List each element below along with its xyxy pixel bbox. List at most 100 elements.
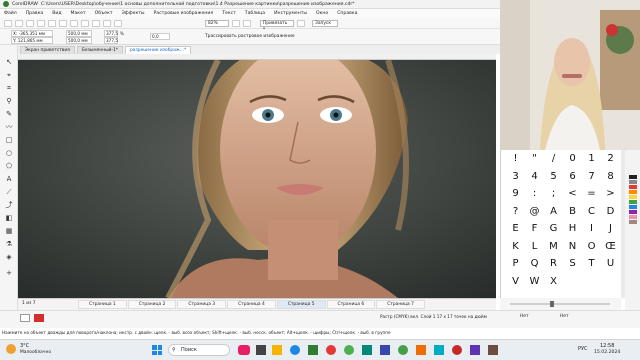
glyph-cell[interactable]: X bbox=[544, 273, 563, 291]
rotation-angle-field[interactable]: 0,0 bbox=[150, 33, 170, 40]
default-outline-swatch[interactable] bbox=[34, 314, 44, 322]
glyph-cell[interactable]: L bbox=[525, 238, 544, 256]
clock-time[interactable]: 12:58 bbox=[600, 343, 614, 349]
app-icon-teal[interactable] bbox=[362, 345, 372, 355]
y-position-field[interactable]: Y: 121,865 мм bbox=[11, 37, 53, 44]
menu-edit[interactable]: Правка bbox=[26, 11, 43, 16]
width-field[interactable]: 500,0 мм bbox=[66, 30, 92, 37]
glyph-cell[interactable]: J bbox=[601, 220, 620, 238]
text-tool-icon[interactable]: A bbox=[4, 175, 14, 183]
crop-tool-icon[interactable]: ⌗ bbox=[4, 84, 14, 92]
glyph-cell[interactable]: ? bbox=[506, 203, 525, 221]
options-icon[interactable] bbox=[297, 19, 305, 27]
app-icon-orange[interactable] bbox=[416, 345, 426, 355]
color-palette[interactable] bbox=[625, 150, 640, 310]
ellipse-tool-icon[interactable]: ○ bbox=[4, 149, 14, 157]
interactive-fill-icon[interactable]: ◈ bbox=[4, 253, 14, 261]
menu-tools[interactable]: Инструменты bbox=[274, 11, 307, 16]
undo-icon[interactable] bbox=[70, 19, 78, 27]
height-field[interactable]: 500,0 мм bbox=[66, 37, 92, 44]
page-tab-7[interactable]: Страница 7 bbox=[376, 300, 425, 309]
glyph-cell[interactable]: 4 bbox=[525, 168, 544, 186]
scale-x-field[interactable]: 377,5 bbox=[104, 30, 118, 37]
add-tool-icon[interactable]: + bbox=[4, 269, 14, 277]
redo-icon[interactable] bbox=[81, 19, 89, 27]
page-tab-1[interactable]: Страница 1 bbox=[78, 300, 127, 309]
clock-date[interactable]: 15.02.2024 bbox=[594, 350, 620, 355]
snap-to-select[interactable]: Привязать к bbox=[260, 19, 294, 32]
glyph-cell[interactable]: 2 bbox=[601, 150, 620, 168]
glyph-cell[interactable]: / bbox=[544, 150, 563, 168]
connector-tool-icon[interactable]: ⤴ bbox=[4, 201, 14, 209]
tab-resolution-doc[interactable]: разрешение изображ...* bbox=[124, 46, 192, 54]
import-icon[interactable] bbox=[92, 19, 100, 27]
full-screen-icon[interactable] bbox=[232, 19, 240, 27]
publish-pdf-icon[interactable] bbox=[114, 19, 122, 27]
page-tab-6[interactable]: Страница 6 bbox=[326, 300, 376, 309]
glyph-cell[interactable]: > bbox=[601, 185, 620, 203]
glyph-cell[interactable]: T bbox=[582, 255, 601, 273]
save-icon[interactable] bbox=[26, 19, 34, 27]
start-windows-icon[interactable] bbox=[152, 345, 162, 355]
glyph-cell[interactable]: < bbox=[563, 185, 582, 203]
record-icon[interactable] bbox=[452, 345, 462, 355]
chrome-icon[interactable] bbox=[344, 345, 354, 355]
menu-text[interactable]: Текст bbox=[222, 11, 236, 16]
glyph-cell[interactable]: K bbox=[506, 238, 525, 256]
eyedropper-tool-icon[interactable]: ⚗ bbox=[4, 240, 14, 248]
glyph-cell[interactable]: N bbox=[563, 238, 582, 256]
page-tab-3[interactable]: Страница 3 bbox=[177, 300, 227, 309]
glyph-cell[interactable]: V bbox=[506, 273, 525, 291]
glyph-cell[interactable]: : bbox=[525, 185, 544, 203]
drop-shadow-icon[interactable]: ◧ bbox=[4, 214, 14, 222]
scale-y-field[interactable]: 377,5 bbox=[104, 37, 118, 44]
transparency-tool-icon[interactable]: ▦ bbox=[4, 227, 14, 235]
zoom-tool-icon[interactable]: ⚲ bbox=[4, 97, 14, 105]
glyph-cell[interactable]: 0 bbox=[563, 150, 582, 168]
app-icon-blue[interactable] bbox=[380, 345, 390, 355]
task-view-icon[interactable] bbox=[256, 345, 266, 355]
trace-bitmap-button[interactable]: Трассировать растровое изображение bbox=[205, 34, 295, 39]
parallel-dimension-icon[interactable]: ⟋ bbox=[4, 188, 14, 196]
menu-window[interactable]: Окно bbox=[316, 11, 328, 16]
opera-icon[interactable] bbox=[326, 345, 336, 355]
menu-effects[interactable]: Эффекты bbox=[122, 11, 145, 16]
glyph-cell[interactable]: 3 bbox=[506, 168, 525, 186]
artistic-media-icon[interactable]: 〰 bbox=[4, 123, 14, 131]
glyph-cell[interactable]: R bbox=[544, 255, 563, 273]
cut-icon[interactable] bbox=[37, 19, 45, 27]
app-icon-green[interactable] bbox=[308, 345, 318, 355]
glyph-cell[interactable]: I bbox=[582, 220, 601, 238]
rulers-icon[interactable] bbox=[243, 19, 251, 27]
tab-welcome[interactable]: Экран приветствия bbox=[20, 46, 75, 54]
menu-file[interactable]: Файл bbox=[4, 11, 17, 16]
glyph-cell[interactable]: @ bbox=[525, 203, 544, 221]
glyph-cell[interactable]: Q bbox=[525, 255, 544, 273]
paste-icon[interactable] bbox=[59, 19, 67, 27]
glyph-cell[interactable]: 9 bbox=[506, 185, 525, 203]
glyph-cell[interactable]: 6 bbox=[563, 168, 582, 186]
glyph-cell[interactable]: ! bbox=[506, 150, 525, 168]
glyph-cell[interactable]: 8 bbox=[601, 168, 620, 186]
default-fill-swatch[interactable] bbox=[20, 314, 30, 322]
glyph-cell[interactable]: 1 bbox=[582, 150, 601, 168]
glyph-cell[interactable]: Œ bbox=[601, 238, 620, 256]
glyph-cell[interactable]: D bbox=[601, 203, 620, 221]
drawing-canvas[interactable] bbox=[18, 60, 496, 298]
portrait-bitmap[interactable] bbox=[18, 60, 496, 298]
glyph-cell[interactable]: 5 bbox=[544, 168, 563, 186]
taskbar-search[interactable]: ⚲ Поиск bbox=[168, 344, 230, 356]
glyph-cell[interactable]: S bbox=[563, 255, 582, 273]
glyph-cell[interactable]: P bbox=[506, 255, 525, 273]
glyph-cell[interactable]: C bbox=[582, 203, 601, 221]
glyph-cell[interactable]: W bbox=[525, 273, 544, 291]
glyph-cell[interactable]: U bbox=[601, 255, 620, 273]
menu-object[interactable]: Объект bbox=[95, 11, 113, 16]
glyph-cell[interactable]: E bbox=[506, 220, 525, 238]
menu-view[interactable]: Вид bbox=[52, 11, 61, 16]
x-position-field[interactable]: X: -365,351 мм bbox=[11, 30, 53, 37]
weather-icon[interactable] bbox=[6, 344, 16, 354]
menu-table[interactable]: Таблица bbox=[245, 11, 265, 16]
glyph-cell[interactable]: F bbox=[525, 220, 544, 238]
polygon-tool-icon[interactable]: ⬠ bbox=[4, 162, 14, 170]
